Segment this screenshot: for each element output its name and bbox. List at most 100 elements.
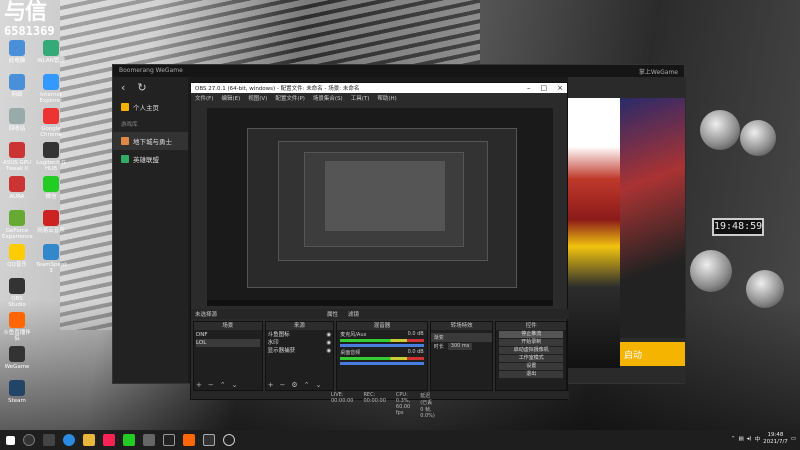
app-icon (43, 176, 59, 192)
eye-icon[interactable]: ◉ (326, 331, 331, 339)
down-icon[interactable]: ⌄ (232, 381, 238, 389)
back-icon[interactable]: ‹ (121, 81, 125, 94)
up-icon[interactable]: ⌃ (304, 381, 310, 389)
desktop-icon[interactable]: WeGame (2, 346, 32, 370)
wegame-mobile-link[interactable]: 掌上WeGame (639, 67, 678, 76)
scene-item[interactable]: LOL (196, 339, 260, 347)
notification-icon[interactable]: ▭ (791, 436, 796, 442)
menu-profile[interactable]: 配置文件(P) (275, 94, 305, 102)
channel-name: 麦克风/Aux (340, 332, 367, 338)
remove-icon[interactable]: − (280, 381, 286, 389)
explorer-icon[interactable] (83, 434, 95, 446)
task-view-icon[interactable] (43, 434, 55, 446)
add-icon[interactable]: + (196, 381, 202, 389)
desktop-icon[interactable]: ASUS GPU Tweak II (2, 142, 32, 172)
properties-button[interactable]: 属性 (327, 310, 338, 318)
source-item[interactable]: 水印 ◉ (268, 339, 332, 347)
ghub-icon[interactable] (163, 434, 175, 446)
wegame-game-lol[interactable]: 英雄联盟 (113, 150, 188, 168)
desktop-icon[interactable]: WLAN管理 (36, 40, 66, 64)
desktop-icon[interactable]: AURA (2, 176, 32, 200)
refresh-icon[interactable]: ↻ (137, 81, 146, 94)
channel-db: 0.0 dB (407, 349, 424, 355)
desktop-icon[interactable]: 此电脑 (2, 40, 32, 64)
search-icon[interactable] (23, 434, 35, 446)
add-icon[interactable]: + (268, 381, 274, 389)
desktop-icon-label: Steam (8, 398, 26, 404)
start-icon[interactable] (6, 435, 15, 445)
start-recording-button[interactable]: 开始录制 (499, 339, 564, 346)
obs-icon[interactable] (223, 434, 235, 446)
duration-input[interactable]: 300 ms (447, 343, 473, 350)
virtual-camera-button[interactable]: 启动虚拟摄像机 (499, 347, 564, 354)
desktop-icon[interactable]: 斗鱼直播伴侣 (2, 312, 32, 342)
filters-button[interactable]: 滤镜 (348, 310, 359, 318)
scene-item[interactable]: DNF (196, 331, 260, 339)
desktop-icon[interactable]: TeamSpeak 3 (36, 244, 67, 274)
sources-footer: + − ⚙ ⌃ ⌄ (268, 381, 322, 389)
edge-icon[interactable] (63, 434, 75, 446)
wegame-section-label: 游戏库 (113, 116, 188, 132)
scenes-footer: + − ⌃ ⌄ (196, 381, 238, 389)
language-indicator[interactable]: 中 (755, 435, 761, 443)
settings-icon[interactable] (143, 434, 155, 446)
remove-icon[interactable]: − (208, 381, 214, 389)
desktop-icon[interactable]: Internet Explorer (36, 74, 66, 104)
desktop-icon-label: 微信 (45, 194, 57, 200)
desktop-icon-label: ASUS GPU Tweak II (2, 160, 32, 172)
nested-preview-3 (304, 152, 464, 247)
sources-dock: 来源 斗鱼图标 ◉ 水印 ◉ 显示器捕获 ◉ + − ⚙ ⌃ ⌄ (264, 321, 335, 391)
desktop-icon[interactable]: Steam (2, 380, 32, 404)
desktop-icon[interactable]: 微信 (36, 176, 66, 200)
menu-edit[interactable]: 编辑(E) (221, 94, 240, 102)
gear-icon[interactable]: ⚙ (291, 381, 297, 389)
eye-icon[interactable]: ◉ (326, 339, 331, 347)
eye-icon[interactable]: ◉ (326, 347, 331, 355)
menu-view[interactable]: 视图(V) (248, 94, 267, 102)
minimize-icon[interactable]: – (527, 84, 531, 92)
desktop-icon[interactable]: 网易云音乐 (36, 210, 66, 234)
menu-help[interactable]: 帮助(H) (377, 94, 396, 102)
desktop-icon[interactable]: OBS Studio (2, 278, 32, 308)
desktop-icon[interactable]: GeForce Experience (2, 210, 33, 240)
close-icon[interactable]: × (557, 84, 563, 92)
menu-file[interactable]: 文件(F) (195, 94, 213, 102)
exit-button[interactable]: 退出 (499, 371, 564, 378)
up-icon[interactable]: ⌃ (220, 381, 226, 389)
source-item[interactable]: 显示器捕获 ◉ (268, 347, 332, 355)
wegame-home-link[interactable]: 个人主页 (113, 98, 188, 116)
tray-chevron-icon[interactable]: ⌃ (731, 436, 736, 442)
tray-clock[interactable]: 19:48 2021/7/7 (763, 432, 788, 446)
wegame-icon[interactable] (203, 434, 215, 446)
desktop-icon[interactable]: 回收站 (2, 108, 32, 132)
rec-time: REC: 00:00:00 (363, 392, 386, 404)
transition-select[interactable]: 渐变 (430, 333, 493, 342)
desktop-icon[interactable]: Logitech G HUB (36, 142, 66, 172)
menu-tools[interactable]: 工具(T) (351, 94, 370, 102)
desktop-icon[interactable]: Google Chrome (36, 108, 66, 138)
home-icon (121, 103, 129, 111)
volume-slider[interactable] (340, 344, 424, 347)
launch-button[interactable]: 启动 (620, 342, 685, 366)
studio-mode-button[interactable]: 工作室模式 (499, 355, 564, 362)
settings-button[interactable]: 设置 (499, 363, 564, 370)
network-icon[interactable]: ▤ (738, 436, 743, 442)
douyu-icon[interactable] (183, 434, 195, 446)
volume-icon[interactable]: ◂) (747, 436, 752, 442)
wegame-home-label: 个人主页 (133, 104, 159, 112)
wechat-icon[interactable] (123, 434, 135, 446)
obs-preview[interactable] (207, 108, 553, 306)
wegame-game-dnf[interactable]: 地下城与勇士 (113, 132, 188, 150)
desktop-icon[interactable]: 网络 (2, 74, 32, 98)
maximize-icon[interactable]: □ (541, 84, 548, 92)
transitions-header: 转场特效 (430, 322, 493, 330)
obs-window: OBS 27.0.1 (64-bit, windows) - 配置文件: 未命名… (190, 82, 569, 419)
desktop-icon[interactable]: QQ音乐 (2, 244, 32, 268)
down-icon[interactable]: ⌄ (316, 381, 322, 389)
volume-slider[interactable] (340, 362, 424, 365)
source-item[interactable]: 斗鱼图标 ◉ (268, 331, 332, 339)
store-icon[interactable] (103, 434, 115, 446)
stop-stream-button[interactable]: 停止推流 (499, 331, 564, 338)
desktop-icon-label: QQ音乐 (7, 262, 27, 268)
menu-scene-collection[interactable]: 场景集合(S) (313, 94, 343, 102)
